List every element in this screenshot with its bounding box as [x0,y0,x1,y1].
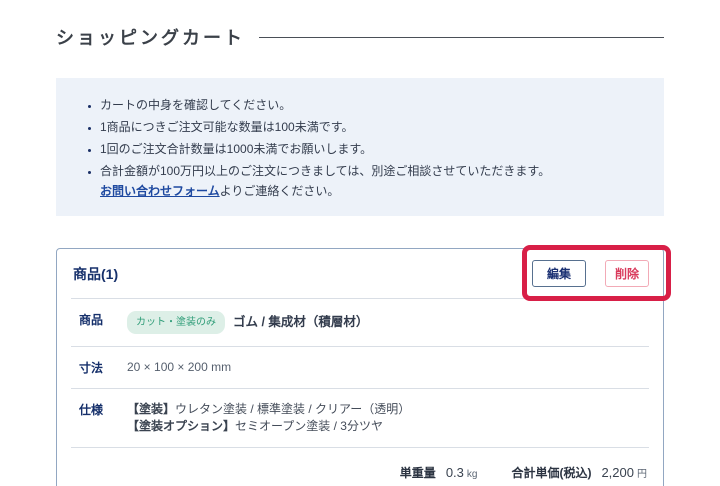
table-row-specifications: 仕様 【塗装】ウレタン塗装 / 標準塗装 / クリアー（透明） 【塗装オプション… [71,389,649,448]
unit-weight-label: 単重量 [399,466,436,480]
spec-paint-option-line: 【塗装オプション】セミオープン塗装 / 3分ツヤ [127,418,410,435]
dimensions-value: 20 × 100 × 200 mm [127,360,232,374]
notice-item: 1回のご注文合計数量は1000未満でお願いします。 [100,142,640,156]
delete-button[interactable]: 削除 [605,260,649,287]
page-container: ショッピングカート カートの中身を確認してください。 1商品につきご注文可能な数… [56,24,671,486]
spec-row-label: 仕様 [79,403,104,417]
dimensions-row-label: 寸法 [79,361,104,375]
unit-weight-price-line: 単重量 0.3 kg 合計単価(税込) 2,200 円 [73,464,647,481]
spec-paint-option-body: セミオープン塗装 / 3分ツヤ [235,419,383,433]
cart-notice-box: カートの中身を確認してください。 1商品につきご注文可能な数量は100未満です。… [56,78,664,216]
product-spec-table: 商品 カット・塗装のみ ゴム / 集成材（積層材） 寸法 20 × 100 × … [71,299,649,448]
product-card-header: 商品(1) 編集 削除 [71,249,649,299]
cut-paint-only-badge: カット・塗装のみ [127,311,225,334]
card-action-buttons: 編集 削除 [532,260,649,287]
product-card: 商品(1) 編集 削除 商品 カット・塗装のみ ゴム / 集成材（積層材） 寸法… [56,245,671,486]
unit-price-label: 合計単価(税込) [511,466,592,480]
table-row-dimensions: 寸法 20 × 100 × 200 mm [71,347,649,389]
unit-price-unit: 円 [637,469,647,480]
unit-price-value: 2,200 [601,465,634,480]
product-count-heading: 商品(1) [73,265,119,282]
spec-paint-option-head: 【塗装オプション】 [127,419,236,433]
spec-value: 【塗装】ウレタン塗装 / 標準塗装 / クリアー（透明） 【塗装オプション】セミ… [127,401,410,435]
notice-list: カートの中身を確認してください。 1商品につきご注文可能な数量は100未満です。… [80,98,640,198]
spec-paint-line: 【塗装】ウレタン塗装 / 標準塗装 / クリアー（透明） [127,401,410,418]
totals-area: 単重量 0.3 kg 合計単価(税込) 2,200 円 × 数量 枚 [73,448,647,486]
page-title: ショッピングカート [56,28,245,48]
contact-suffix-text: よりご連絡ください。 [219,184,340,198]
edit-button[interactable]: 編集 [532,260,586,287]
notice-item: 1商品につきご注文可能な数量は100未満です。 [100,120,640,134]
table-row-product: 商品 カット・塗装のみ ゴム / 集成材（積層材） [71,299,649,347]
contact-form-link[interactable]: お問い合わせフォーム [100,184,220,198]
title-divider-line [259,36,664,38]
page-title-row: ショッピングカート [56,24,664,50]
notice-item: 合計金額が100万円以上のご注文につきましては、別途ご相談させていただきます。 … [100,164,640,198]
product-name: ゴム / 集成材（積層材） [233,315,369,329]
spec-paint-body: ウレタン塗装 / 標準塗装 / クリアー（透明） [175,402,411,416]
notice-item: カートの中身を確認してください。 [100,98,640,112]
notice-contact-line: お問い合わせフォームよりご連絡ください。 [100,184,640,198]
unit-weight-unit: kg [466,469,478,480]
product-row-label: 商品 [79,313,104,327]
spec-paint-head: 【塗装】 [127,402,176,416]
unit-weight-value: 0.3 [445,465,464,480]
